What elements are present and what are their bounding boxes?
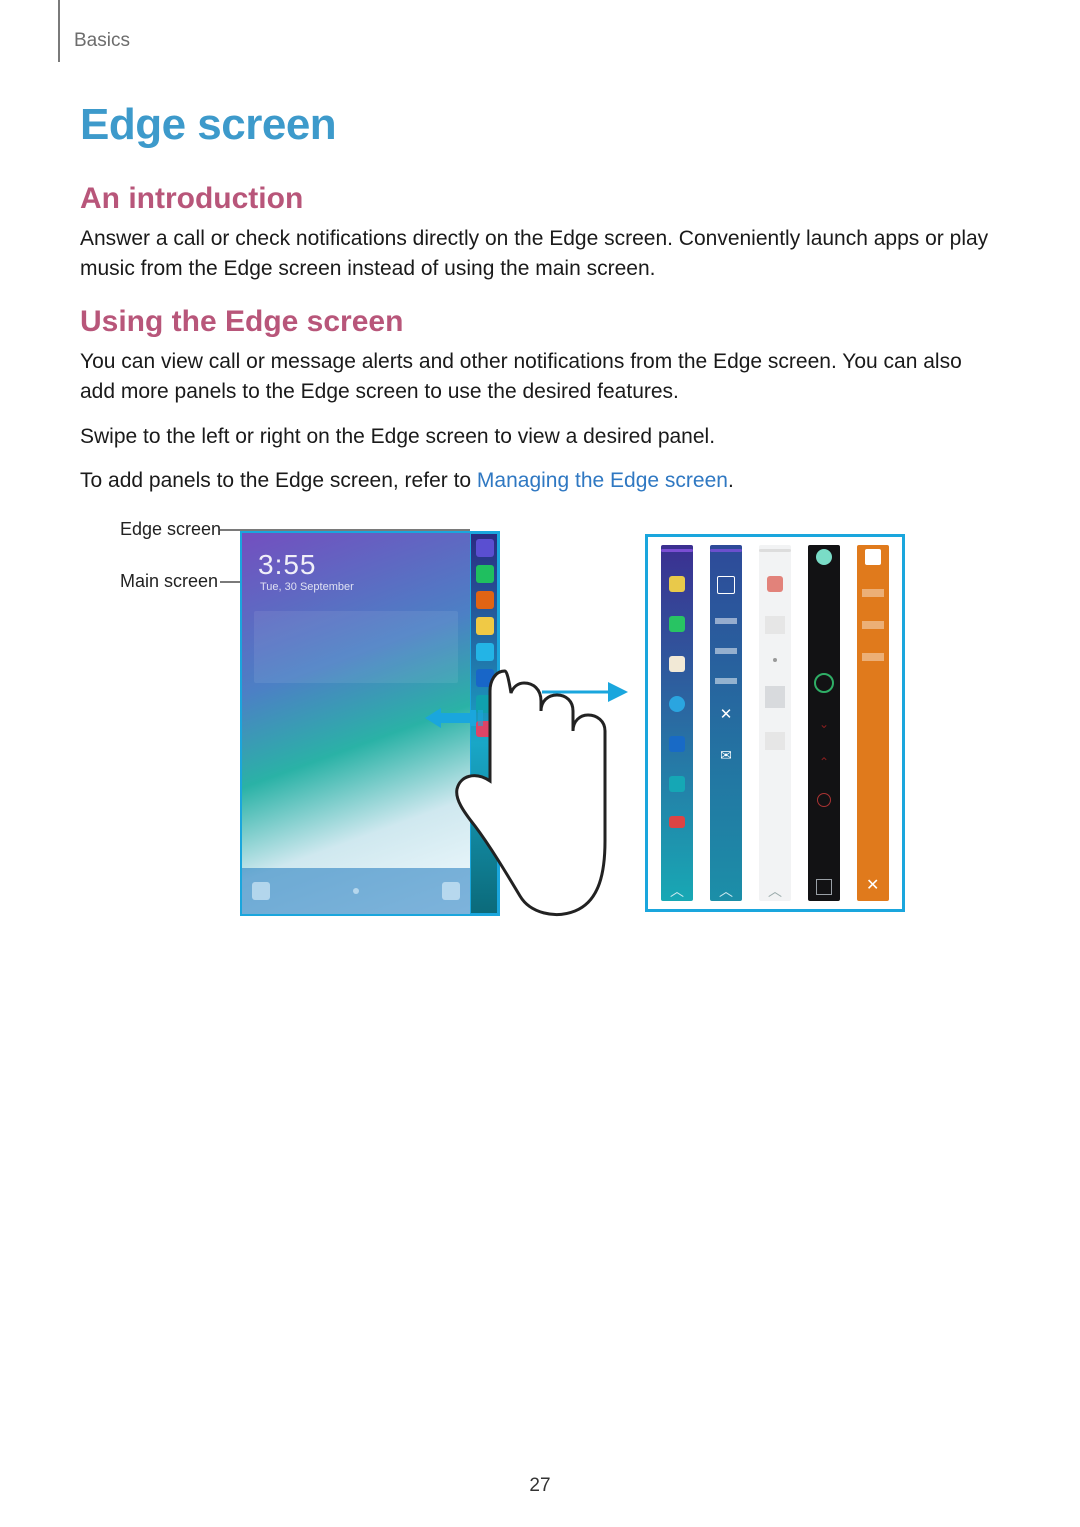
using-p3: To add panels to the Edge screen, refer … [80,466,1000,496]
using-p2: Swipe to the left or right on the Edge s… [80,422,1000,452]
list-item [715,648,737,654]
play-icon [814,673,834,693]
mail-icon [476,617,494,635]
browser-icon [476,643,494,661]
card [765,616,786,634]
managing-edge-link[interactable]: Managing the Edge screen [477,469,728,492]
album-art-icon [816,549,832,565]
mail-icon [669,656,685,672]
close-icon: ✕ [866,881,880,895]
page-dot-icon [353,888,359,894]
weather-widget [254,611,458,683]
using-p3-suffix: . [728,469,734,492]
mail-icon [865,549,881,565]
list-item [862,589,884,597]
panel-briefing: ︿ [759,545,791,901]
callout-edge-label: Edge screen [120,519,221,540]
panel-header [759,549,791,552]
list-item [862,621,884,629]
card [765,686,786,708]
lock-date: Tue, 30 September [242,581,470,593]
star-icon [669,576,685,592]
camera-icon [669,736,685,752]
edge-screen-figure: Edge screen Main screen 3:55 Tue, 30 Sep… [80,511,1000,941]
list-item [715,678,737,684]
tile-icon [767,576,783,592]
contact-icon [476,591,494,609]
using-p1: You can view call or message alerts and … [80,347,1000,408]
gallery-icon [669,776,685,792]
apps-icon [669,816,685,828]
panel-header [661,549,693,552]
panel-music: ⌄ ⌃ [808,545,840,901]
card [765,732,786,750]
mail-outline-icon: ✉ [718,748,734,764]
checkbox-icon [717,576,735,594]
panel-tasks: ✕ ✉ ︿ [710,545,742,901]
phone-icon [252,882,270,900]
dot-icon [773,658,777,662]
section-heading-using: Using the Edge screen [80,305,1000,339]
edge-panels-gallery: ︿ ✕ ✉ ︿ ︿ [645,534,905,912]
phone-icon [669,616,685,632]
list-item [862,653,884,661]
phone-icon [476,565,494,583]
chevron-down-icon: ⌄ [819,717,829,731]
expand-icon [816,879,832,895]
browser-icon [669,696,685,712]
breadcrumb: Basics [74,30,1000,52]
arrow-right-icon [540,676,630,708]
list-item [715,618,737,624]
intro-body: Answer a call or check notifications dir… [80,224,1000,285]
chevron-up-icon: ︿ [719,881,733,895]
chevron-up-icon: ︿ [768,881,782,895]
header-rule [58,0,60,62]
chevron-up-icon: ⌃ [819,755,829,769]
panel-header [710,549,742,552]
lock-clock: 3:55 [242,533,470,581]
record-icon [817,793,831,807]
manual-page: Basics Edge screen An introduction Answe… [0,0,1080,1527]
section-heading-introduction: An introduction [80,182,1000,216]
page-title: Edge screen [80,100,1000,150]
panel-favorites: ︿ [661,545,693,901]
panel-messaging: ✕ [857,545,889,901]
star-icon [476,539,494,557]
using-p3-prefix: To add panels to the Edge screen, refer … [80,469,477,492]
close-icon: ✕ [718,708,734,724]
page-number: 27 [0,1475,1080,1497]
callout-main-label: Main screen [120,571,218,592]
chevron-up-icon: ︿ [670,881,684,895]
